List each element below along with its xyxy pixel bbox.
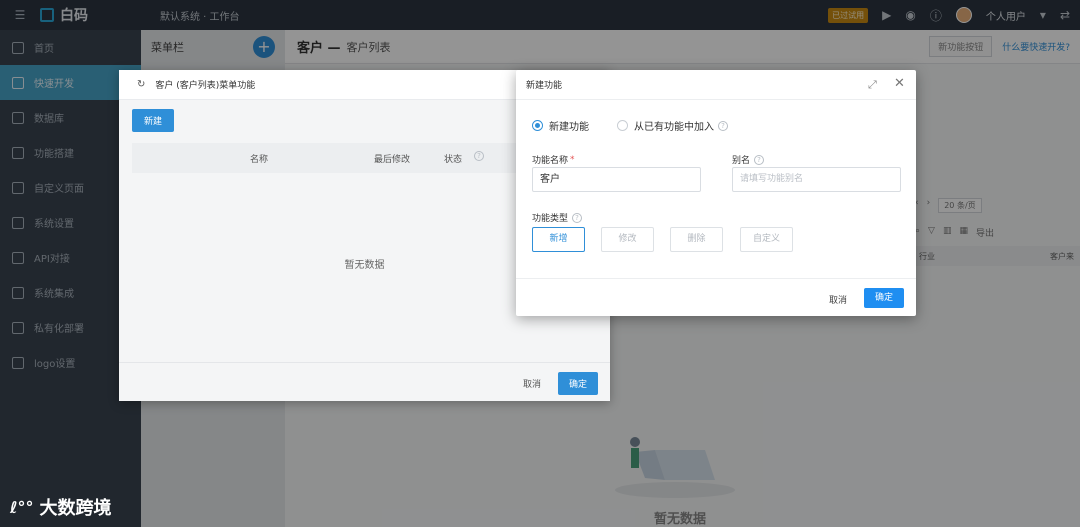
dialog-title: 新建功能	[526, 81, 563, 91]
type-delete-button[interactable]: 删除	[670, 227, 723, 252]
watermark-logo: ℓ°°	[10, 497, 34, 517]
cancel-button[interactable]: 取消	[523, 377, 541, 390]
menu-function-dialog-title: 客户 (客户列表)菜单功能	[155, 81, 256, 91]
question-icon[interactable]: ?	[474, 151, 484, 161]
type-edit-button[interactable]: 修改	[601, 227, 654, 252]
name-label-group: 功能名称 *	[532, 153, 575, 167]
refresh-icon[interactable]: ↻	[137, 79, 145, 90]
watermark: ℓ°° 大数跨境	[10, 494, 112, 520]
column-last-modified: 最后修改	[374, 155, 411, 165]
name-label: 功能名称	[532, 156, 569, 166]
alias-label-group: 别名 ?	[732, 153, 765, 166]
required-mark: *	[570, 154, 575, 165]
confirm-button[interactable]: 确定	[558, 372, 599, 395]
alias-label: 别名	[732, 156, 751, 166]
close-icon[interactable]: ✕	[894, 76, 905, 91]
fullscreen-icon[interactable]: ⤢	[868, 78, 877, 92]
question-icon[interactable]: ?	[718, 120, 728, 131]
function-name-input[interactable]: 客户	[532, 167, 701, 192]
mode-radio-group: 新建功能 从已有功能中加入 ?	[532, 118, 728, 133]
type-label-group: 功能类型 ?	[532, 211, 583, 224]
watermark-text: 大数跨境	[39, 498, 112, 519]
question-icon[interactable]: ?	[572, 212, 583, 223]
alias-input[interactable]: 请填写功能别名	[732, 167, 901, 192]
radio-existing-label[interactable]: 从已有功能中加入	[634, 118, 714, 133]
radio-new-function[interactable]	[532, 120, 543, 131]
question-icon[interactable]: ?	[754, 154, 765, 165]
column-status: 状态	[444, 155, 463, 165]
type-add-button[interactable]: 新增	[532, 227, 585, 252]
cancel-button[interactable]: 取消	[829, 293, 847, 306]
type-custom-button[interactable]: 自定义	[740, 227, 793, 252]
new-function-dialog: 新建功能 ⤢ ✕ 新建功能 从已有功能中加入 ? 功能名称 * 客户 别名 ? …	[516, 70, 916, 316]
column-name: 名称	[250, 155, 269, 165]
confirm-button[interactable]: 确定	[864, 288, 904, 308]
radio-existing-function[interactable]	[617, 120, 628, 131]
type-label: 功能类型	[532, 214, 569, 224]
radio-new-label[interactable]: 新建功能	[549, 118, 589, 133]
new-function-button[interactable]: 新建	[132, 109, 175, 132]
